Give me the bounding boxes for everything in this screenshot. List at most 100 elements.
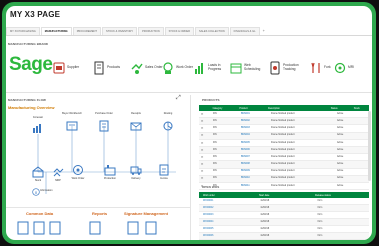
row-checkbox: ☐ — [201, 149, 204, 152]
row-description: Frame finished product — [271, 141, 295, 144]
products-row[interactable]: ☐ FIN BMS007 Frame finished product Active — [199, 154, 369, 162]
products-row[interactable]: ☐ FIN BMS001 Frame finished product Active — [199, 111, 369, 119]
orders-date: 11/02/18 — [260, 227, 270, 230]
tab-bar: MY X3 PURCHASING MANUFACTURING PROCUREME… — [6, 27, 372, 36]
orders-wo[interactable]: WO00004 — [199, 219, 256, 225]
flow-expand-icon[interactable]: ⤢ — [176, 95, 181, 102]
orders-row[interactable]: WO00006 11/02/18 Firm — [199, 233, 369, 240]
scheduling-icon — [230, 63, 242, 74]
orders-row[interactable]: WO00001 11/02/18 Firm — [199, 198, 369, 205]
row-description: Frame finished product — [271, 127, 295, 130]
row-category: FIN — [213, 170, 217, 173]
orders-date: 11/02/18 — [260, 220, 270, 223]
flow-divider — [6, 207, 190, 208]
orders-wo[interactable]: WO00001 — [199, 198, 256, 204]
row-product[interactable]: BMS006 — [239, 147, 269, 153]
orders-wo[interactable]: WO00006 — [199, 233, 256, 239]
orders-status: Firm — [317, 220, 323, 223]
toolbar-products[interactable]: Products — [93, 61, 120, 75]
row-product[interactable]: BMS009 — [239, 169, 269, 175]
tab-stock-inventory[interactable]: STOCK & INVENTORY — [102, 27, 138, 35]
orders-row[interactable]: WO00004 11/02/18 Firm — [199, 219, 369, 226]
products-row[interactable]: ☐ FIN BMS008 Frame finished product Active — [199, 161, 369, 169]
mrp-icon[interactable] — [52, 166, 64, 178]
orders-wo[interactable]: WO00002 — [199, 205, 256, 211]
orders-row[interactable]: WO00005 11/02/18 Firm — [199, 226, 369, 233]
add-tab-icon[interactable]: + — [261, 27, 267, 35]
tab-production[interactable]: PRODUCTION — [138, 27, 164, 35]
information-label: Information — [40, 189, 53, 192]
orders-wo[interactable]: WO00003 — [199, 212, 256, 218]
products-row[interactable]: ☐ FIN BMS002 Frame finished product Active — [199, 118, 369, 126]
flow-subtitle: Manufacturing Overview — [8, 105, 55, 110]
row-product[interactable]: BMS001 — [239, 111, 269, 117]
orders-date: 11/02/18 — [260, 199, 270, 202]
row-category: FIN — [213, 127, 217, 130]
tab-purchasing[interactable]: MY X3 PURCHASING — [6, 27, 40, 35]
row-category: FIN — [213, 155, 217, 158]
row-product[interactable]: BMS004 — [239, 133, 269, 139]
buyer-workbench-icon[interactable] — [66, 120, 78, 132]
invoice-label: Invoice — [160, 177, 168, 180]
products-row[interactable]: ☐ FIN BMS011 Frame finished product Active — [199, 183, 369, 191]
toolbar-work-order[interactable]: Work Order — [162, 61, 193, 75]
orders-status: Firm — [317, 199, 323, 202]
delivery-icon[interactable] — [130, 164, 142, 176]
forecast-icon[interactable] — [32, 122, 44, 134]
toolbar-mri[interactable]: MRI — [334, 61, 354, 75]
orders-row[interactable]: WO00002 11/02/18 Firm — [199, 205, 369, 212]
row-checkbox: ☐ — [201, 113, 204, 116]
row-category: FIN — [213, 148, 217, 151]
tab-manufacturing[interactable]: MANUFACTURING — [40, 27, 72, 35]
purchase-order-icon[interactable] — [98, 120, 110, 132]
products-row[interactable]: ☐ FIN BMS009 Frame finished product Active — [199, 169, 369, 176]
row-checkbox: ☐ — [201, 178, 204, 181]
orders-date: 11/02/18 — [260, 206, 270, 209]
row-description: Frame finished product — [271, 170, 295, 173]
row-product[interactable]: BMS007 — [239, 154, 269, 160]
purchase-order-label: Purchase Order — [95, 112, 113, 115]
row-status: Active — [337, 163, 344, 166]
work-order-flow-label: Work Order — [71, 177, 85, 180]
row-product[interactable]: BMS011 — [239, 183, 269, 189]
information-icon[interactable] — [32, 188, 40, 196]
invoice-icon[interactable] — [158, 164, 170, 176]
toolbar-sales-order[interactable]: Sales Order — [131, 61, 163, 75]
tab-sales-collection[interactable]: SALES COLLECTION — [195, 27, 229, 35]
products-row[interactable]: ☐ FIN BMS003 Frame finished product Active — [199, 125, 369, 133]
products-row[interactable]: ☐ FIN BMS005 Frame finished product Active — [199, 140, 369, 147]
stock-icon[interactable] — [32, 166, 44, 178]
toolbar-scheduling[interactable]: Web Scheduling — [230, 61, 266, 75]
row-product[interactable]: BMS005 — [239, 140, 269, 146]
orders-wo[interactable]: WO00005 — [199, 226, 256, 232]
row-status: Active — [337, 148, 344, 151]
row-checkbox: ☐ — [201, 156, 204, 159]
loads-icon — [195, 63, 203, 74]
toolbar-loads[interactable]: Loads in Progress — [194, 61, 230, 75]
tab-financials[interactable]: FINANCIALS & GL — [229, 27, 260, 35]
products-scrollbar[interactable] — [368, 111, 371, 181]
products-row[interactable]: ☐ FIN BMS010 Frame finished product Active — [199, 175, 369, 183]
toolbar-fork[interactable]: Fork — [310, 61, 331, 75]
receipts-icon[interactable] — [130, 120, 142, 132]
row-product[interactable]: BMS003 — [239, 125, 269, 131]
orders-row[interactable]: WO00003 11/02/18 Firm — [199, 212, 369, 219]
row-status: Active — [337, 112, 344, 115]
row-status: Active — [337, 119, 344, 122]
mri-icon — [334, 62, 346, 74]
toolbar-tracking[interactable]: Production Tracking — [269, 61, 305, 75]
toolbar-fork-label: Fork — [324, 65, 331, 70]
tab-stock-order[interactable]: STOCK & ORDER — [164, 27, 194, 35]
common-data-icons — [17, 221, 157, 235]
signature-management-heading: Signature Management — [124, 211, 169, 216]
production-icon[interactable] — [104, 164, 116, 176]
work-order-flow-icon[interactable] — [72, 164, 84, 176]
row-product[interactable]: BMS002 — [239, 118, 269, 124]
products-row[interactable]: ☐ FIN BMS004 Frame finished product Active — [199, 132, 369, 140]
tab-procurement[interactable]: PROCUREMENT — [72, 27, 102, 35]
row-product[interactable]: BMS010 — [239, 176, 269, 182]
products-row[interactable]: ☐ FIN BMS006 Frame finished product Active — [199, 146, 369, 155]
toolbar-supplier[interactable]: Supplier — [53, 61, 79, 75]
routing-icon[interactable] — [162, 120, 174, 132]
row-product[interactable]: BMS008 — [239, 161, 269, 167]
